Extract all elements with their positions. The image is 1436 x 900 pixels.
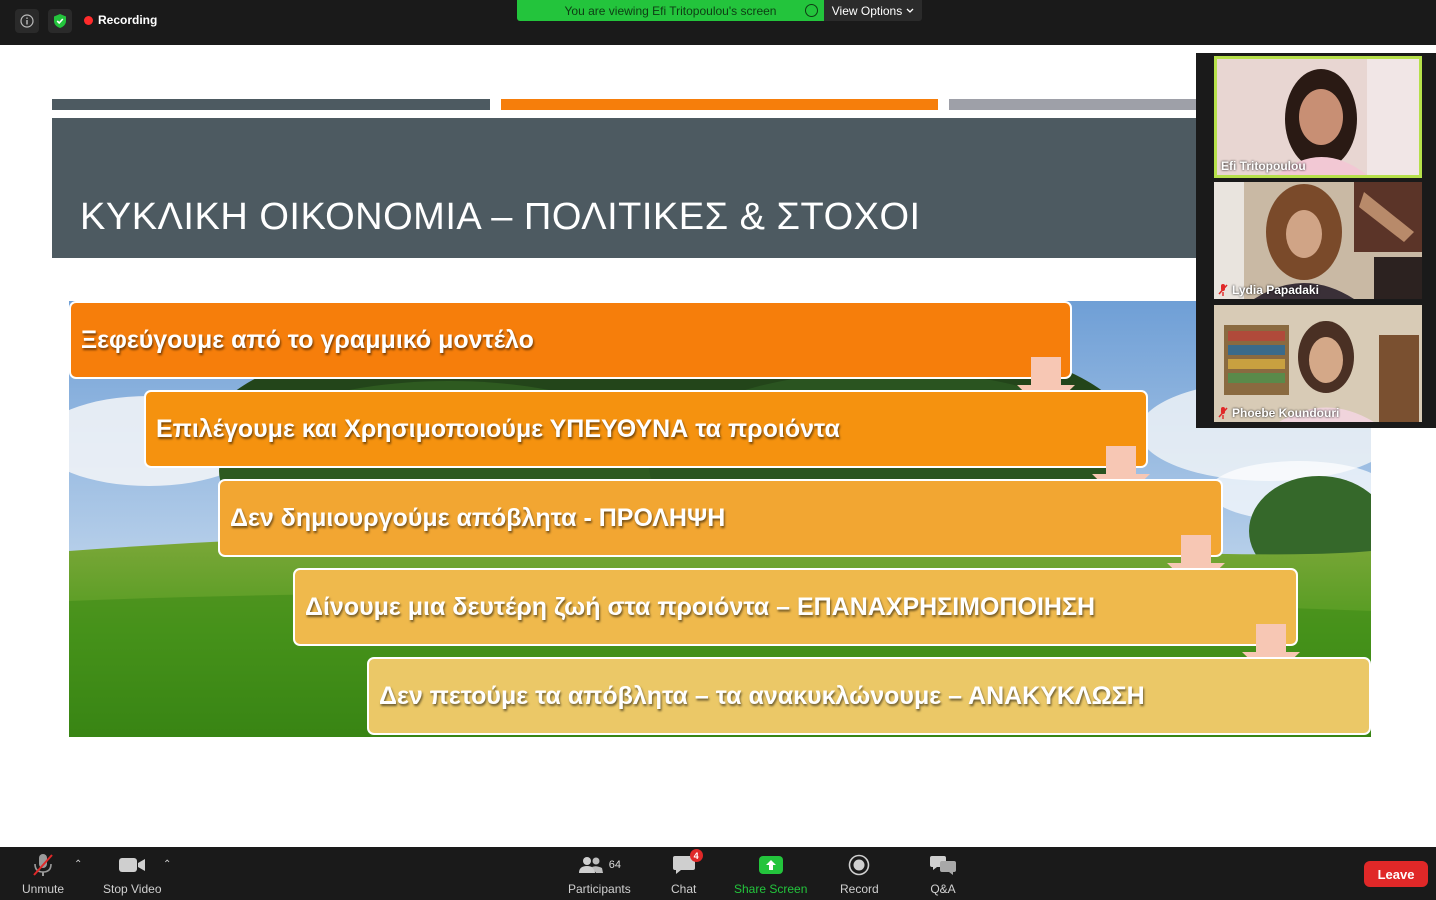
participant-name: Phoebe Koundouri: [1232, 406, 1340, 420]
step-text-3: Δεν δημιουργούμε απόβλητα - ΠΡΟΛΗΨΗ: [230, 503, 726, 532]
participant-name: Lydia Papadaki: [1232, 283, 1319, 297]
video-tile-3[interactable]: Phoebe Koundouri: [1214, 305, 1422, 422]
share-screen-icon: [758, 856, 783, 874]
accent-bar-2: [501, 99, 938, 110]
meeting-controls-bar: Unmute ⌃ Stop Video ⌃ 64 Participants 4: [0, 847, 1436, 900]
video-tile-1[interactable]: Efi Tritopoulou: [1214, 56, 1422, 178]
chat-label: Chat: [671, 882, 697, 896]
video-options-caret-icon[interactable]: ⌃: [163, 859, 171, 870]
participant-name: Efi Tritopoulou: [1221, 159, 1306, 173]
participant-video-feed: [1214, 182, 1422, 299]
meeting-top-bar: Recording You are viewing Efi Tritopoulo…: [0, 0, 1436, 45]
qa-bubbles-icon: [930, 856, 956, 875]
accent-bar-1: [52, 99, 490, 110]
step-box-1: Ξεφεύγουμε από το γραμμικό μοντέλο: [69, 301, 1072, 379]
video-tile-2[interactable]: Lydia Papadaki: [1214, 182, 1422, 299]
record-label: Record: [840, 882, 879, 896]
recording-label: Recording: [98, 13, 158, 27]
chat-unread-badge: 4: [689, 849, 703, 862]
audio-options-caret-icon[interactable]: ⌃: [74, 859, 82, 870]
participant-name-tag: Phoebe Koundouri: [1218, 406, 1339, 420]
view-options-label: View Options: [831, 3, 903, 18]
step-text-2: Επιλέγουμε και Χρησιμοποιούμε ΥΠΕΥΘΥΝΑ τ…: [156, 414, 840, 443]
stop-video-label: Stop Video: [103, 882, 162, 896]
viewing-banner-text: You are viewing Efi Tritopoulou's screen: [564, 3, 777, 18]
qa-label: Q&A: [930, 882, 956, 896]
muted-microphone-icon: [33, 854, 53, 876]
participant-name-tag: Efi Tritopoulou: [1221, 159, 1306, 173]
muted-mic-icon: [1218, 407, 1228, 419]
unmute-button[interactable]: Unmute: [22, 851, 64, 896]
participant-video-feed: [1214, 305, 1422, 422]
recording-dot-icon: [84, 15, 93, 25]
participant-video-feed: [1217, 59, 1419, 175]
participants-count: 64: [608, 859, 621, 871]
participant-video-panel[interactable]: Efi Tritopoulou Lydia Papadaki Phoebe Ko…: [1196, 53, 1436, 428]
qa-button[interactable]: Q&A: [930, 851, 956, 896]
record-icon: [849, 854, 870, 876]
meeting-info-icon[interactable]: [15, 9, 39, 33]
participants-icon: [578, 857, 603, 873]
encryption-shield-icon[interactable]: [48, 9, 72, 33]
stop-video-button[interactable]: Stop Video: [103, 851, 162, 896]
view-options-button[interactable]: View Options: [824, 0, 922, 21]
viewing-screen-banner: You are viewing Efi Tritopoulou's screen: [517, 0, 824, 21]
recording-indicator[interactable]: Recording: [84, 13, 157, 27]
unmute-label: Unmute: [22, 882, 65, 896]
step-box-2: Επιλέγουμε και Χρησιμοποιούμε ΥΠΕΥΘΥΝΑ τ…: [144, 390, 1148, 468]
landscape-background-image: Ξεφεύγουμε από το γραμμικό μοντέλο Επιλέ…: [69, 301, 1371, 737]
share-screen-label: Share Screen: [734, 882, 808, 896]
step-text-4: Δίνουμε μια δευτέρη ζωή στα προιόντα – Ε…: [305, 592, 1096, 621]
leave-label: Leave: [1377, 866, 1415, 882]
slide-title-band: ΚΥΚΛΙΚΗ ΟΙΚΟΝΟΜΙΑ – ΠΟΛΙΤΙΚΕΣ & ΣΤΟΧΟΙ: [52, 118, 1282, 258]
leave-meeting-button[interactable]: Leave: [1364, 861, 1428, 887]
step-box-4: Δίνουμε μια δευτέρη ζωή στα προιόντα – Ε…: [293, 568, 1298, 646]
share-screen-button[interactable]: Share Screen: [734, 851, 807, 896]
step-text-5: Δεν πετούμε τα απόβλητα – τα ανακυκλώνου…: [379, 681, 1145, 710]
participants-button[interactable]: 64 Participants: [568, 851, 631, 896]
participant-name-tag: Lydia Papadaki: [1218, 283, 1319, 297]
record-button[interactable]: Record: [840, 851, 879, 896]
chevron-down-icon: [906, 8, 914, 13]
step-box-5: Δεν πετούμε τα απόβλητα – τα ανακυκλώνου…: [367, 657, 1371, 735]
muted-mic-icon: [1218, 284, 1228, 296]
step-box-3: Δεν δημιουργούμε απόβλητα - ΠΡΟΛΗΨΗ: [218, 479, 1223, 557]
chat-button[interactable]: 4 Chat: [671, 849, 703, 896]
participants-label: Participants: [568, 882, 631, 896]
video-camera-icon: [119, 858, 146, 872]
banner-check-icon: [805, 4, 818, 17]
step-text-1: Ξεφεύγουμε από το γραμμικό μοντέλο: [81, 325, 534, 354]
slide-title: ΚΥΚΛΙΚΗ ΟΙΚΟΝΟΜΙΑ – ΠΟΛΙΤΙΚΕΣ & ΣΤΟΧΟΙ: [80, 196, 921, 238]
